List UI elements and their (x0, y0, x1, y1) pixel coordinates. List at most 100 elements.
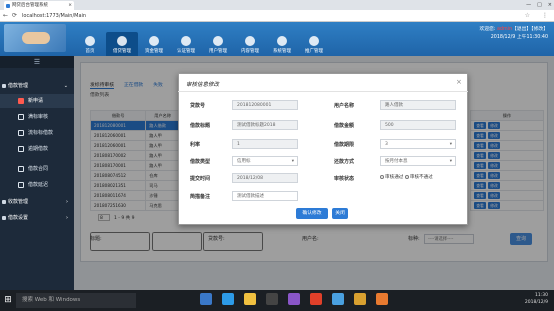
nav-loan-management[interactable]: 借贷管理 (106, 32, 138, 56)
type-label: 借款类型 (190, 159, 211, 165)
group-icon (2, 200, 6, 204)
content-icon (245, 36, 255, 46)
sidebar-item-full-review[interactable]: 满标审核 (0, 110, 74, 124)
note-label: 简描备注 (190, 194, 211, 200)
refresh-icon[interactable]: ⟳ (12, 10, 17, 22)
radio-icon (404, 174, 409, 179)
username: admin (496, 27, 513, 32)
taskbar-search[interactable]: 搜索 Web 和 Windows (16, 293, 136, 308)
visual-studio-icon[interactable] (288, 293, 300, 305)
bookmark-star-icon[interactable]: ☆ (525, 10, 530, 22)
dropdown-arrow-icon: ▾ (449, 159, 452, 164)
confirm-edit-button[interactable]: 确认修改 (296, 208, 328, 219)
loan-icon (117, 36, 127, 46)
nav-certification[interactable]: 认证管理 (170, 32, 202, 56)
system-icon (277, 36, 287, 46)
repay-label: 还款方式 (334, 159, 355, 165)
browser-tab[interactable]: 网贷后台管理系统 × (4, 1, 74, 10)
item-icon (18, 130, 24, 136)
sidebar-item-new[interactable]: 新申请 (0, 94, 74, 108)
repay-select[interactable]: 按月付本息 ▾ (380, 156, 456, 166)
logout-link[interactable]: 【退出】【修改】 (512, 27, 548, 32)
radio-icon (380, 174, 384, 179)
sidebar-toggle-icon[interactable]: ☰ (0, 56, 74, 68)
maximize-icon[interactable]: □ (537, 0, 542, 10)
edge-icon[interactable] (222, 293, 234, 305)
store-icon[interactable] (266, 293, 278, 305)
item-icon (18, 182, 24, 188)
chevron-right-icon: › (66, 199, 68, 205)
close-window-icon[interactable]: × (548, 0, 552, 10)
fund-icon (149, 36, 159, 46)
sidebar-item-overdue[interactable]: 逾期借款 (0, 142, 74, 156)
dropdown-arrow-icon: ▾ (291, 159, 294, 164)
loan-title-field: 测试借款标题2018 (232, 120, 298, 130)
chevron-down-icon: ⌄ (63, 83, 68, 89)
tab-title: 网贷后台管理系统 (12, 3, 48, 8)
home-icon (85, 36, 95, 46)
loan-no-field: 201812080001 (232, 100, 298, 110)
dropdown-arrow-icon: ▾ (449, 142, 452, 147)
item-icon (18, 166, 24, 172)
address-bar: ← ⟳ localhost:1773/Main/Main ☆ ⋮ (0, 10, 554, 22)
pass-radio[interactable]: 审核通过 (380, 174, 403, 180)
window-controls: — □ × (526, 0, 552, 10)
group-icon (2, 216, 6, 220)
app-icon[interactable] (332, 293, 344, 305)
sidebar-group-loan[interactable]: 借款管理 ⌄ (0, 80, 74, 92)
loan-amount-field: 500 (380, 120, 456, 130)
modal-title: 审核信息修改 (186, 82, 220, 88)
nav-users[interactable]: 用户管理 (202, 32, 234, 56)
browser-menu-icon[interactable]: ⋮ (542, 10, 548, 22)
browser-app-icon[interactable] (376, 293, 388, 305)
fail-radio[interactable]: 审核不通过 (404, 174, 433, 180)
handshake-icon (22, 32, 50, 44)
item-icon (18, 114, 24, 120)
nav-content[interactable]: 内容管理 (234, 32, 266, 56)
status-label: 审核状态 (334, 176, 355, 182)
back-icon[interactable]: ← (3, 10, 8, 22)
certification-icon (181, 36, 191, 46)
period-label: 借款期限 (334, 142, 355, 148)
tab-close-icon[interactable]: × (68, 1, 72, 10)
users-icon (213, 36, 223, 46)
browser-tab-bar: 网贷后台管理系统 × — □ × (0, 0, 554, 10)
taskbar-apps (200, 293, 388, 305)
task-view-icon[interactable] (200, 293, 212, 305)
handshake-logo (4, 24, 66, 52)
chevron-right-icon: › (66, 215, 68, 221)
app-icon[interactable] (310, 293, 322, 305)
sidebar-group-collection[interactable]: 收款管理 › (0, 196, 74, 208)
sidebar-item-failed[interactable]: 流标标借款 (0, 126, 74, 140)
modal-divider (178, 91, 468, 92)
windows-start-icon[interactable]: ⊞ (2, 293, 14, 307)
sidebar-item-delay[interactable]: 借款延迟 (0, 178, 74, 192)
loan-type-select[interactable]: 信用标 ▾ (232, 156, 298, 166)
sidebar-group-settings[interactable]: 借款设置 › (0, 212, 74, 224)
promotion-icon (309, 36, 319, 46)
note-field[interactable]: 测试借款描述 (232, 191, 298, 201)
loan-amount-label: 借款金额 (334, 123, 355, 129)
rate-field: 1 (232, 139, 298, 149)
nav-system[interactable]: 系统管理 (266, 32, 298, 56)
submit-time-field: 2018/12/08 (232, 173, 298, 183)
period-select[interactable]: 3 ▾ (380, 139, 456, 149)
current-datetime: 2018/12/9 上午11:30:40 (490, 35, 548, 40)
user-name-label: 用户名称 (334, 103, 355, 109)
close-button[interactable]: 关闭 (332, 208, 348, 219)
minimize-icon[interactable]: — (526, 0, 531, 10)
favicon-icon (6, 3, 10, 8)
close-icon[interactable]: × (456, 78, 462, 86)
welcome-box: 欢迎您: admin【退出】【修改】 2018/12/9 上午11:30:40 (479, 27, 548, 40)
nav-promotion[interactable]: 推广管理 (298, 32, 330, 56)
system-tray-clock[interactable]: 11:30 2018/12/9 (525, 292, 548, 306)
loan-no-label: 贷款号 (190, 103, 206, 109)
rate-label: 利率 (190, 142, 201, 148)
sidebar-item-contract[interactable]: 借款合同 (0, 162, 74, 176)
item-icon (18, 146, 24, 152)
app-icon[interactable] (354, 293, 366, 305)
nav-fund-management[interactable]: 资金管理 (138, 32, 170, 56)
file-explorer-icon[interactable] (244, 293, 256, 305)
nav-home[interactable]: 首页 (74, 32, 106, 56)
url-field[interactable]: localhost:1773/Main/Main (22, 12, 482, 20)
